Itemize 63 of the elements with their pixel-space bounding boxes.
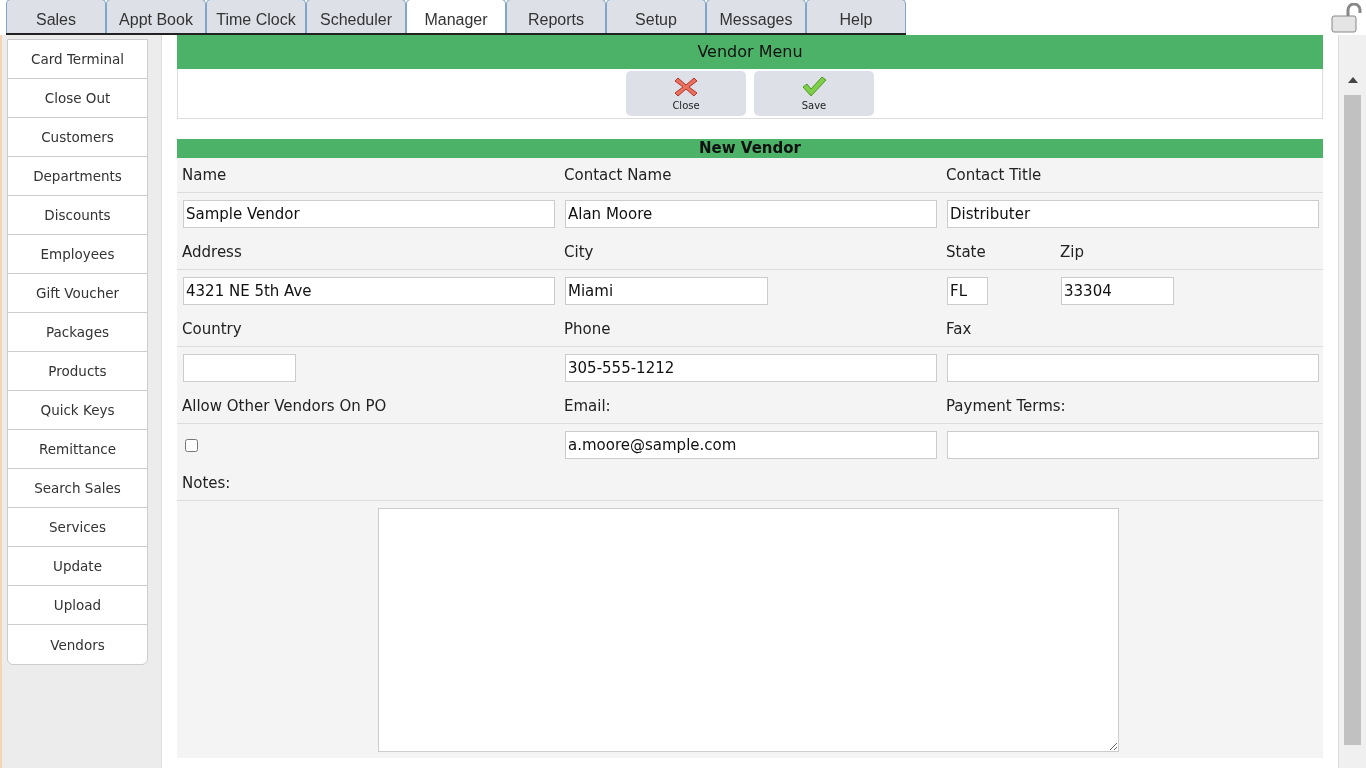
sidebar-item[interactable]: Packages [8,313,147,352]
text-field[interactable]: FL [947,277,988,305]
text-field[interactable]: a.moore@sample.com [565,431,937,459]
nav-tab[interactable]: Reports [506,0,606,33]
padlock-icon[interactable] [1330,3,1364,33]
toolbar-button[interactable]: Close [626,71,746,116]
text-field[interactable]: 305-555-1212 [565,354,937,382]
checkbox[interactable] [185,438,198,452]
sidebar-item[interactable]: Update [8,547,147,586]
text-field[interactable]: Distributer [947,200,1319,228]
sidebar-item[interactable]: Customers [8,118,147,157]
sidebar-item[interactable]: Card Terminal [8,40,147,79]
field-label: Allow Other Vendors On PO [182,397,387,415]
field-label: State [946,243,987,261]
sidebar-item[interactable]: Products [8,352,147,391]
notes-field[interactable] [378,508,1119,752]
field-label: Phone [564,320,611,338]
sidebar-item[interactable]: Search Sales [8,469,147,508]
sidebar-item[interactable]: Departments [8,157,147,196]
form-title: New Vendor [177,139,1323,158]
text-field[interactable] [947,354,1319,382]
text-field[interactable]: Miami [565,277,768,305]
close-icon [674,76,698,98]
scrollbar-thumb[interactable] [1344,95,1361,745]
text-field[interactable]: Alan Moore [565,200,937,228]
scroll-up-icon[interactable] [1347,77,1358,83]
text-field[interactable] [183,354,296,382]
field-label: Payment Terms: [946,397,1066,415]
nav-tab[interactable]: Setup [606,0,706,33]
sidebar-item[interactable]: Vendors [8,625,147,664]
sidebar-item[interactable]: Services [8,508,147,547]
field-label: Contact Name [564,166,672,184]
sidebar-item[interactable]: Remittance [8,430,147,469]
nav-tab[interactable]: Appt Book [106,0,206,33]
field-label: Contact Title [946,166,1042,184]
nav-tab[interactable]: Manager [406,0,506,33]
toolbar-button[interactable]: Save [754,71,874,116]
text-field[interactable]: 4321 NE 5th Ave [183,277,555,305]
nav-tab[interactable]: Sales [6,0,106,33]
field-label: Name [182,166,227,184]
sidebar-item[interactable]: Gift Voucher [8,274,147,313]
menu-title: Vendor Menu [177,35,1323,69]
sidebar-item[interactable]: Quick Keys [8,391,147,430]
text-field[interactable]: Sample Vendor [183,200,555,228]
sidebar-item[interactable]: Upload [8,586,147,625]
text-field[interactable]: 33304 [1061,277,1174,305]
field-label: Fax [946,320,972,338]
field-label: Notes: [182,474,231,492]
checkmark-icon [801,76,827,98]
field-label: Email: [564,397,611,415]
scrollbar[interactable] [1338,35,1366,768]
nav-tab[interactable]: Time Clock [206,0,306,33]
sidebar-item[interactable]: Close Out [8,79,147,118]
field-label: Country [182,320,242,338]
sidebar-item[interactable]: Discounts [8,196,147,235]
field-label: City [564,243,594,261]
field-label: Address [182,243,242,261]
nav-tab[interactable]: Messages [706,0,806,33]
nav-tab[interactable]: Scheduler [306,0,406,33]
text-field[interactable] [947,431,1319,459]
sidebar-item[interactable]: Employees [8,235,147,274]
field-label: Zip [1060,243,1085,261]
nav-tab[interactable]: Help [806,0,906,33]
